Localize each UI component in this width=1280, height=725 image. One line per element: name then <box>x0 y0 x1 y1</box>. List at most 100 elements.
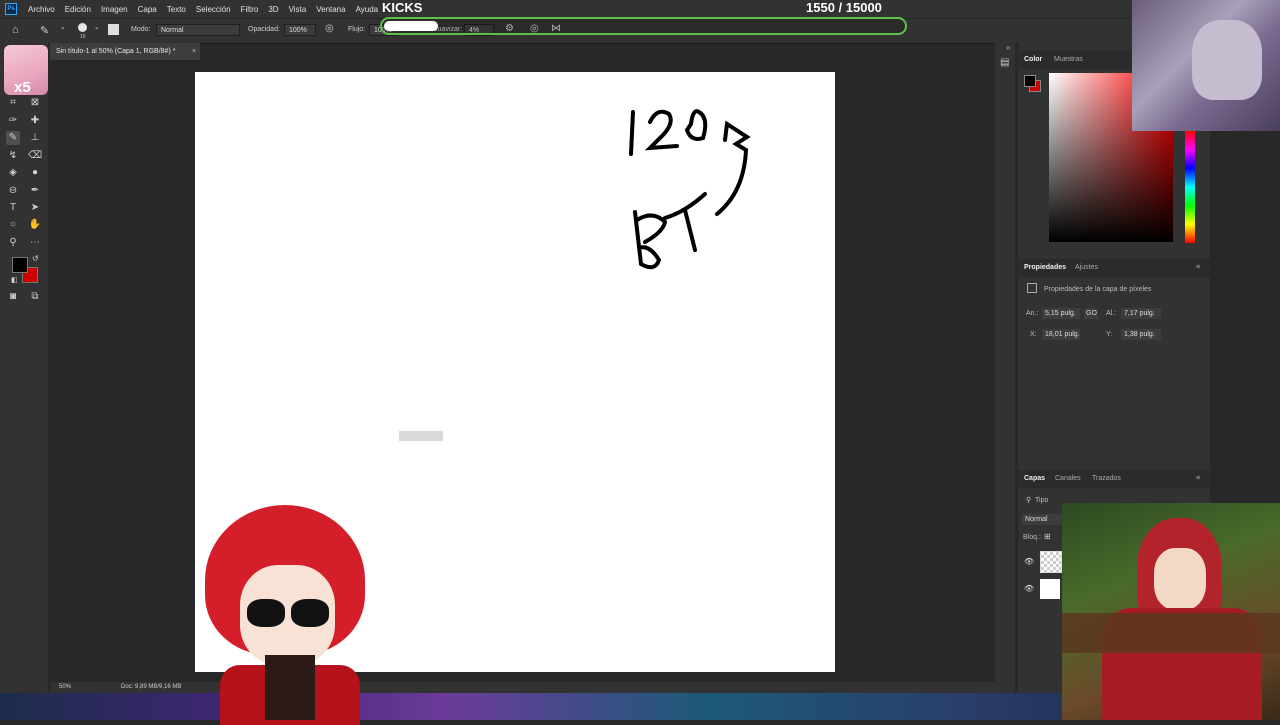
layers-panel-tabs: Capas Canales Trazados ≡ <box>1018 470 1210 488</box>
panel-dock-icons: ▤ « <box>995 43 1015 693</box>
hand-tool-icon[interactable]: ✋ <box>28 218 42 232</box>
height-field[interactable]: 7,17 pulg. <box>1121 308 1161 319</box>
opacity-field[interactable]: 100% <box>284 24 316 36</box>
quick-mask-icon[interactable]: ◙ <box>6 290 20 304</box>
document-tab[interactable]: Sin título-1 al 50% (Capa 1, RGB/8#) * × <box>50 43 200 60</box>
x-label: X: <box>1030 331 1037 338</box>
mode-select[interactable]: Normal <box>156 24 240 36</box>
menu-edicion[interactable]: Edición <box>60 5 96 14</box>
photoshop-logo-icon[interactable]: Ps <box>5 3 17 15</box>
zoom-tool-icon[interactable]: ⚲ <box>6 236 20 250</box>
pressure-opacity-icon[interactable]: ◎ <box>325 23 334 34</box>
webcam-subject <box>1192 20 1262 100</box>
frame-tool-icon[interactable]: ⊠ <box>28 96 42 110</box>
ellipse-tool-icon[interactable]: ○ <box>6 218 20 232</box>
eyedropper-tool-icon[interactable]: ✑ <box>6 114 20 128</box>
close-icon[interactable]: × <box>192 43 196 60</box>
goal-progress-fill <box>384 21 438 31</box>
character-art-bottom-right <box>1062 503 1280 720</box>
menu-imagen[interactable]: Imagen <box>96 5 133 14</box>
layer-visibility-eye-icon[interactable]: 👁 <box>1024 557 1034 566</box>
canvas-text-bt: BT <box>195 72 196 73</box>
menu-filtro[interactable]: Filtro <box>236 5 264 14</box>
menu-vista[interactable]: Vista <box>284 5 312 14</box>
brush-size-value: 15 <box>80 34 86 40</box>
drawn-arrow <box>715 120 751 216</box>
height-label: Al.: <box>1106 310 1117 317</box>
properties-subtitle: Propiedades de la capa de píxeles <box>1044 286 1152 293</box>
eraser-tool-icon[interactable]: ⌫ <box>28 149 42 163</box>
swap-colors-icon[interactable]: ↺ <box>32 254 39 263</box>
chevron-down-icon[interactable]: ⌄ <box>94 23 100 31</box>
y-label: Y: <box>1106 331 1113 338</box>
menu-seleccion[interactable]: Selección <box>191 5 236 14</box>
menu-ayuda[interactable]: Ayuda <box>351 5 384 14</box>
status-bar: 50% Doc: 9,89 MB/9,16 MB <box>50 682 995 693</box>
pen-tool-icon[interactable]: ✒ <box>28 184 42 198</box>
width-label: An.: <box>1026 310 1039 317</box>
width-field[interactable]: 5,15 pulg. <box>1042 308 1080 319</box>
tab-color[interactable]: Color <box>1024 56 1042 63</box>
stamp-tool-icon[interactable]: ⊥ <box>28 131 42 145</box>
tab-muestras[interactable]: Muestras <box>1054 56 1083 63</box>
tab-capas[interactable]: Capas <box>1024 475 1045 482</box>
goal-label: KICKS <box>382 0 423 15</box>
healing-brush-tool-icon[interactable]: ✚ <box>28 114 42 128</box>
multiplier-badge: x5 <box>14 79 31 96</box>
sunglasses-icon <box>247 599 285 627</box>
zoom-level[interactable]: 50% <box>59 684 71 690</box>
more-tools-icon[interactable]: ⋯ <box>28 236 42 250</box>
paint-bucket-tool-icon[interactable]: ◈ <box>6 166 20 180</box>
brush-preset-icon[interactable] <box>78 23 87 32</box>
menu-capa[interactable]: Capa <box>133 5 162 14</box>
menu-ventana[interactable]: Ventana <box>311 5 350 14</box>
tab-ajustes[interactable]: Ajustes <box>1075 264 1098 271</box>
goal-progress-bar <box>380 17 907 35</box>
layer-blend-mode-select[interactable]: Normal <box>1022 514 1062 525</box>
background-layer-thumbnail[interactable] <box>1040 579 1060 599</box>
x-field[interactable]: 18,01 pulg. <box>1042 329 1080 340</box>
panel-menu-icon[interactable]: ≡ <box>1196 475 1200 482</box>
brush-panel-icon[interactable] <box>108 24 119 35</box>
history-brush-tool-icon[interactable]: ↯ <box>6 149 20 163</box>
drawn-digit-1 <box>629 110 635 156</box>
blur-tool-icon[interactable]: ● <box>28 166 42 180</box>
layer-filter-label[interactable]: Tipo <box>1035 497 1048 504</box>
chevron-down-icon[interactable]: ⌄ <box>60 23 66 31</box>
path-selection-tool-icon[interactable]: ➤ <box>28 201 42 215</box>
y-field[interactable]: 1,38 pulg. <box>1121 329 1161 340</box>
foreground-color-swatch[interactable] <box>12 257 28 273</box>
bench <box>1062 613 1280 653</box>
menu-3d[interactable]: 3D <box>263 5 283 14</box>
layer-visibility-eye-icon[interactable]: 👁 <box>1024 584 1034 593</box>
tab-trazados[interactable]: Trazados <box>1092 475 1121 482</box>
crop-tool-icon[interactable]: ⌗ <box>6 96 20 110</box>
history-panel-icon[interactable]: ▤ <box>1000 57 1009 68</box>
goal-progress-text: 1550 / 15000 <box>806 0 882 15</box>
home-icon[interactable]: ⌂ <box>12 24 19 36</box>
screen-mode-icon[interactable]: ⧉ <box>28 290 42 304</box>
drawn-letter-t <box>663 192 707 252</box>
dodge-tool-icon[interactable]: ⊖ <box>6 184 20 198</box>
panel-menu-icon[interactable]: ≡ <box>1196 264 1200 271</box>
mode-label: Modo: <box>131 26 151 33</box>
link-dimensions-button[interactable]: GO <box>1084 308 1098 319</box>
type-tool-icon[interactable]: T <box>6 201 20 215</box>
brush-tool-icon[interactable]: ✎ <box>6 131 20 145</box>
collapse-panels-icon[interactable]: « <box>1006 43 1010 52</box>
document-size-info: Doc: 9,89 MB/9,16 MB <box>121 684 182 690</box>
character-face <box>1154 548 1206 610</box>
tab-canales[interactable]: Canales <box>1055 475 1081 482</box>
brush-tool-icon[interactable]: ✎ <box>40 24 49 37</box>
lock-transparency-icon[interactable]: ⊞ <box>1044 532 1051 541</box>
menu-archivo[interactable]: Archivo <box>23 5 60 14</box>
color-panel-foreground[interactable] <box>1024 75 1036 87</box>
webcam-top-right <box>1132 0 1280 131</box>
pixel-layer-icon <box>1027 283 1037 293</box>
menu-texto[interactable]: Texto <box>162 5 191 14</box>
tab-propiedades[interactable]: Propiedades <box>1024 264 1066 271</box>
hue-slider[interactable] <box>1185 131 1195 243</box>
layer-1-thumbnail[interactable] <box>1040 551 1062 573</box>
default-colors-icon[interactable]: ◧ <box>11 276 18 284</box>
canvas-grey-patch <box>399 431 443 441</box>
